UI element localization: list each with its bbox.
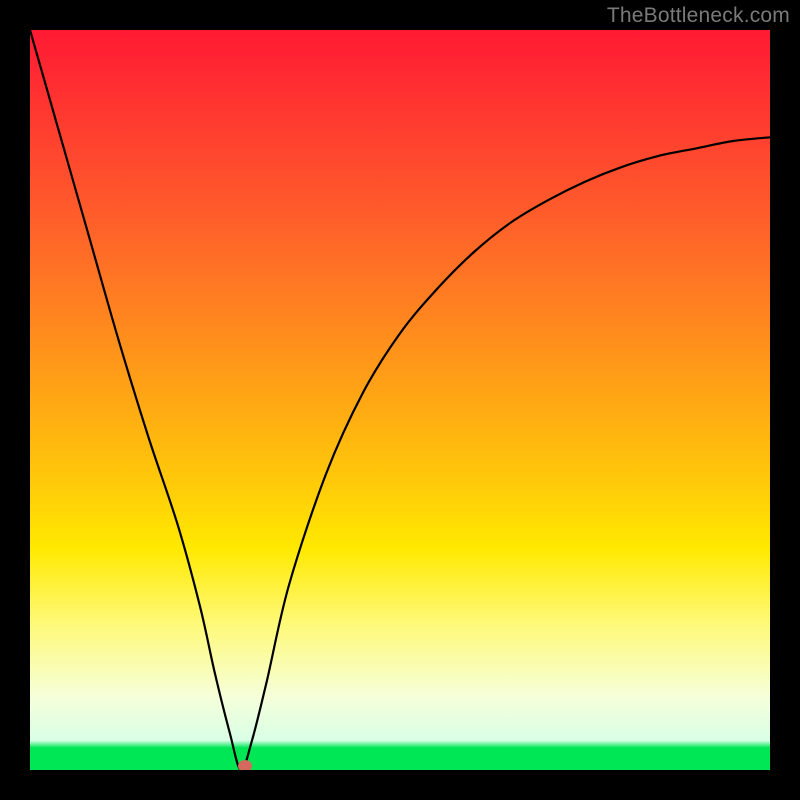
minimum-marker-icon [238,760,252,770]
plot-area [30,30,770,770]
chart-frame: TheBottleneck.com [0,0,800,800]
watermark-text: TheBottleneck.com [607,4,790,28]
curve-layer [30,30,770,770]
bottleneck-curve [30,30,770,770]
